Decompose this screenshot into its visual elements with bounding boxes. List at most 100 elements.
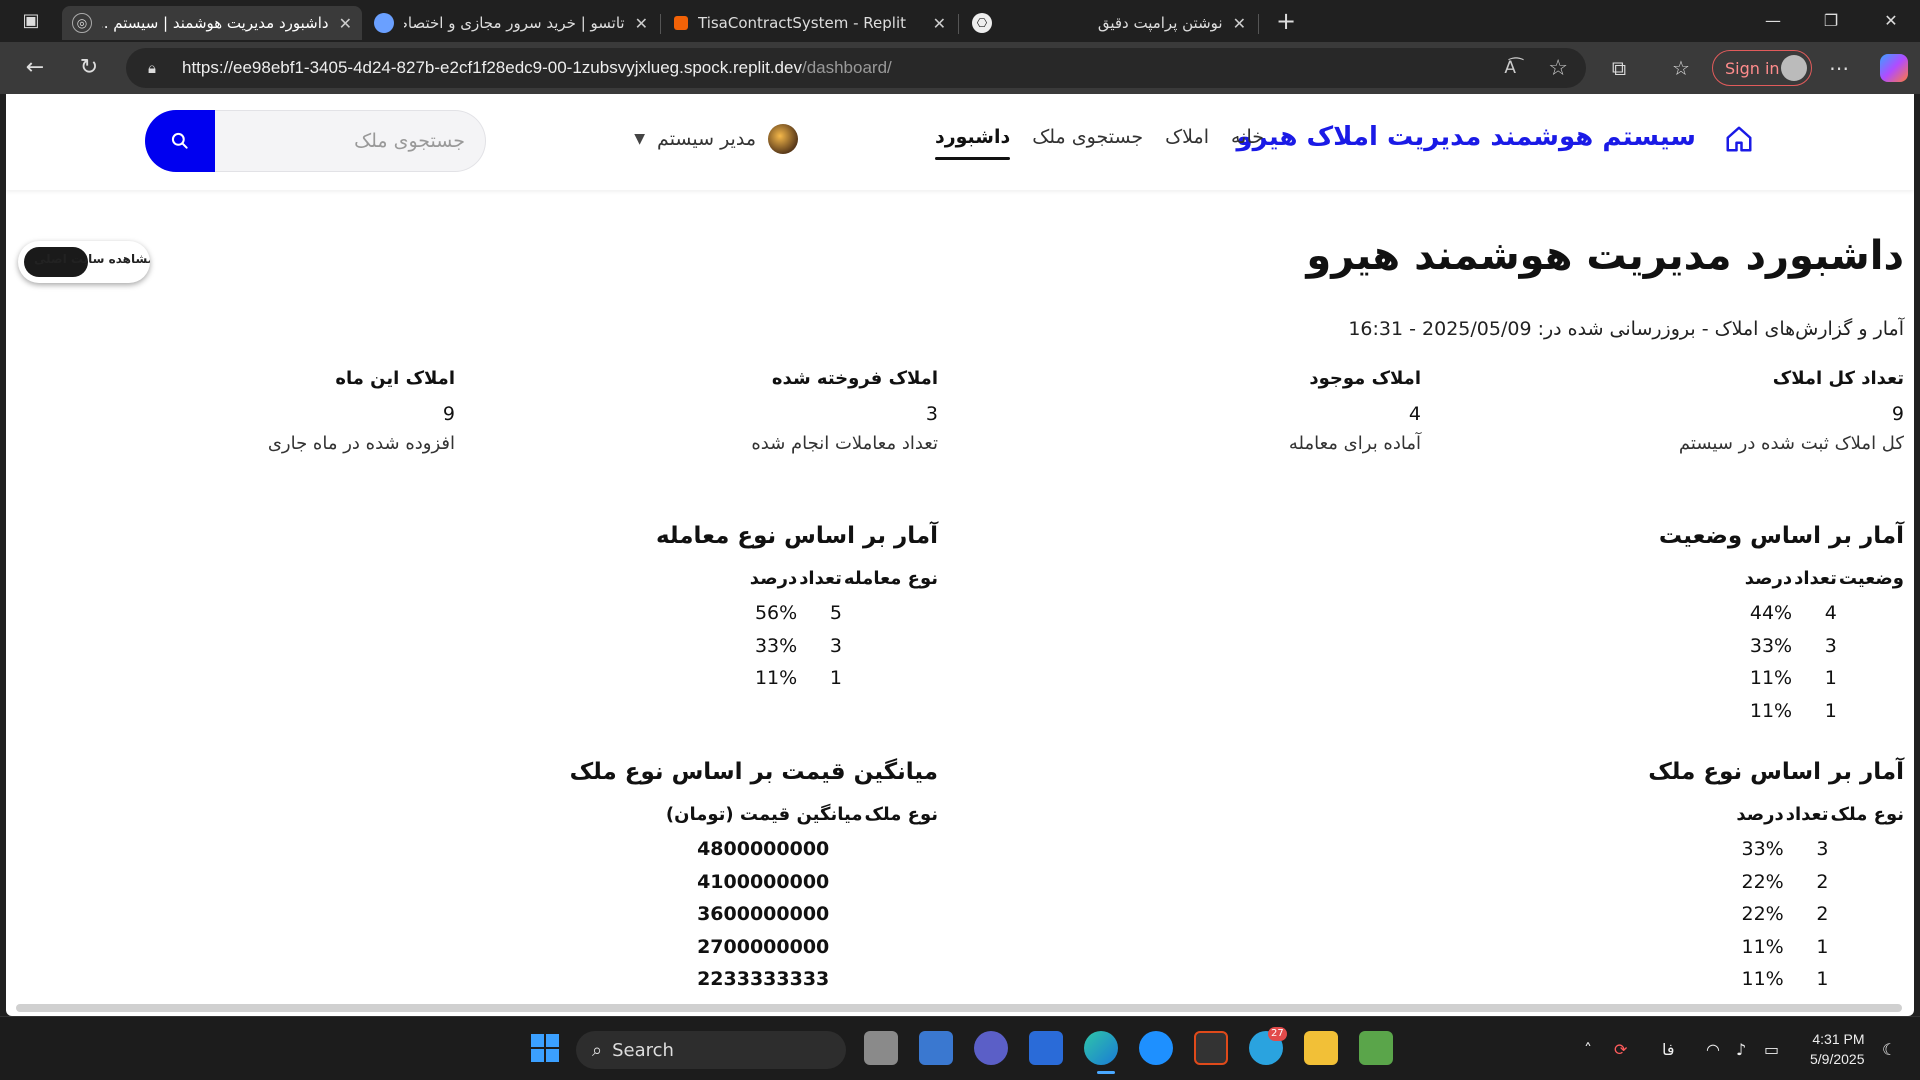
- cell-count: 1: [1816, 935, 1829, 958]
- new-tab-icon[interactable]: +: [1268, 6, 1304, 36]
- tab-title: داشبورد مدیریت هوشمند | سیستم ...: [102, 14, 329, 32]
- tab-dashboard[interactable]: ◎ داشبورد مدیریت هوشمند | سیستم ... ✕: [62, 6, 362, 40]
- cell-count: 1: [1816, 968, 1829, 991]
- volume-icon[interactable]: ♪: [1736, 1017, 1746, 1080]
- type-stats-table: نوع ملک تعداد درصد 3 33% 2 22% 2 22% 1 11% 1…: [1734, 804, 1904, 996]
- address-bar[interactable]: 🔒︎ https://ee98ebf1-3405-4d24-827b-e2cf1…: [126, 48, 1586, 88]
- stat-desc: تعداد معاملات انجام شده: [751, 433, 938, 454]
- cell-label: [1828, 931, 1904, 964]
- cell-label: [1828, 898, 1904, 931]
- search-button[interactable]: [145, 110, 215, 172]
- tab-close-icon[interactable]: ✕: [635, 14, 648, 33]
- user-menu[interactable]: مدیر سیستم ▼: [634, 124, 798, 154]
- tab-tatsu[interactable]: تاتسو | خرید سرور مجازی و اختصاص... ✕: [364, 6, 658, 40]
- tab-actions-icon[interactable]: ▣: [14, 8, 48, 34]
- tab-close-icon[interactable]: ✕: [339, 14, 352, 33]
- nav-properties[interactable]: املاک: [1165, 126, 1209, 160]
- deal-stats-title: آمار بر اساس نوع معامله: [655, 523, 938, 549]
- stat-card-total: تعداد کل املاک 9 کل املاک ثبت شده در سیس…: [1424, 368, 1904, 454]
- table-row: 3600000000: [664, 898, 938, 931]
- table-row: 2233333333: [664, 963, 938, 996]
- sign-in-button[interactable]: Sign in: [1712, 50, 1812, 86]
- cell-percent: 33%: [1741, 838, 1784, 861]
- site-favicon-icon: [374, 13, 394, 33]
- cell-price: 4100000000: [697, 870, 830, 893]
- copilot-icon[interactable]: [1880, 54, 1908, 82]
- cell-percent: 11%: [754, 667, 798, 690]
- col-header: نوع ملک: [1830, 804, 1904, 825]
- page-subtitle: آمار و گزارش‌های املاک - بروزرسانی شده د…: [1348, 318, 1904, 340]
- cell-percent: 11%: [1741, 935, 1784, 958]
- user-name: مدیر سیستم: [657, 128, 756, 150]
- cell-count: 2: [1816, 903, 1829, 926]
- cell-price: 2700000000: [697, 935, 830, 958]
- table-header-row: وضعیت تعداد درصد: [1743, 568, 1904, 597]
- read-aloud-icon[interactable]: A͡: [1504, 58, 1516, 78]
- task-view-icon[interactable]: [864, 1031, 898, 1065]
- main-nav: خانه املاک جستجوی ملک داشبورد: [934, 126, 1264, 160]
- tab-close-icon[interactable]: ✕: [1233, 14, 1246, 33]
- maximize-icon[interactable]: ❐: [1802, 0, 1860, 42]
- cell-count: 2: [1816, 870, 1829, 893]
- cell-label: [1837, 630, 1904, 663]
- back-icon[interactable]: ←: [18, 52, 52, 84]
- lock-icon: 🔒︎: [148, 59, 156, 77]
- cell-percent: 33%: [1749, 634, 1793, 657]
- nav-home[interactable]: خانه: [1231, 126, 1264, 160]
- type-stats-title: آمار بر اساس نوع ملک: [1648, 759, 1904, 785]
- more-options-icon[interactable]: ⋯: [1824, 54, 1854, 82]
- stat-label: املاک این ماه: [335, 368, 455, 389]
- taskbar-search[interactable]: ⌕ Search: [576, 1031, 846, 1069]
- notifications-icon[interactable]: ☾: [1882, 1017, 1896, 1080]
- col-header: تعداد: [799, 568, 842, 589]
- site-brand[interactable]: سیستم هوشمند مدیریت املاک هیرو: [1237, 122, 1697, 152]
- file-explorer-icon[interactable]: [1304, 1031, 1338, 1065]
- system-clock[interactable]: 4:31 PM 5/9/2025: [1810, 1029, 1865, 1069]
- horizontal-scrollbar[interactable]: [16, 1004, 1902, 1012]
- cell-label: [1828, 963, 1904, 996]
- table-header-row: نوع ملک میانگین قیمت (تومان): [664, 804, 938, 833]
- stat-desc: افزوده شده در ماه جاری: [267, 433, 455, 454]
- cell-price: 4800000000: [697, 838, 830, 861]
- tab-chatgpt[interactable]: ⎔ نوشتن پرامپت دقیق ✕: [962, 6, 1256, 40]
- widgets-icon[interactable]: [919, 1031, 953, 1065]
- windows-taskbar: ⌕ Search 27 ˄ ⟳ فا ◠ ♪ ▭ 4:31 PM 5/9/202…: [0, 1016, 1920, 1080]
- cell-percent: 22%: [1741, 870, 1784, 893]
- edge-beta-icon[interactable]: [1139, 1031, 1173, 1065]
- stat-label: املاک موجود: [1309, 368, 1421, 389]
- col-header: تعداد: [1785, 804, 1829, 825]
- wifi-icon[interactable]: ◠: [1706, 1017, 1720, 1080]
- tab-close-icon[interactable]: ✕: [933, 14, 946, 33]
- extensions-icon[interactable]: ⧉: [1604, 54, 1634, 82]
- store-icon[interactable]: [1029, 1031, 1063, 1065]
- cell-percent: 11%: [1749, 667, 1793, 690]
- cell-label: [1837, 597, 1904, 630]
- teams-icon[interactable]: [974, 1031, 1008, 1065]
- search-input[interactable]: جستجوی ملک: [215, 110, 486, 172]
- refresh-icon[interactable]: ↻: [72, 52, 106, 84]
- edge-icon[interactable]: [1084, 1031, 1118, 1065]
- cell-price: 2233333333: [697, 968, 830, 991]
- app-icon[interactable]: [1194, 1031, 1228, 1065]
- close-window-icon[interactable]: ✕: [1862, 0, 1920, 42]
- clock-date: 5/9/2025: [1810, 1051, 1865, 1067]
- windows-start-icon[interactable]: [528, 1031, 562, 1065]
- favorites-icon[interactable]: ☆: [1666, 54, 1696, 82]
- input-language[interactable]: فا: [1662, 1017, 1675, 1080]
- battery-icon[interactable]: ▭: [1764, 1017, 1779, 1080]
- home-icon[interactable]: [1724, 124, 1754, 154]
- table-row: 4800000000: [664, 833, 938, 866]
- col-header: وضعیت: [1838, 568, 1904, 589]
- tray-chevron-icon[interactable]: ˄: [1584, 1017, 1592, 1080]
- minimize-icon[interactable]: —: [1744, 0, 1802, 42]
- nav-property-search[interactable]: جستجوی ملک: [1032, 126, 1143, 160]
- nav-dashboard[interactable]: داشبورد: [934, 126, 1011, 160]
- favorite-star-icon[interactable]: ☆: [1548, 56, 1568, 81]
- search-icon: ⌕: [592, 1039, 603, 1061]
- sync-icon[interactable]: ⟳: [1614, 1017, 1627, 1080]
- tab-separator: [1258, 14, 1259, 34]
- tab-replit[interactable]: TisaContractSystem - Replit ✕: [664, 6, 956, 40]
- table-row: 2 22%: [1734, 866, 1904, 899]
- notepad-icon[interactable]: [1359, 1031, 1393, 1065]
- view-site-pill[interactable]: مشاهده سایت اصلی: [18, 241, 150, 283]
